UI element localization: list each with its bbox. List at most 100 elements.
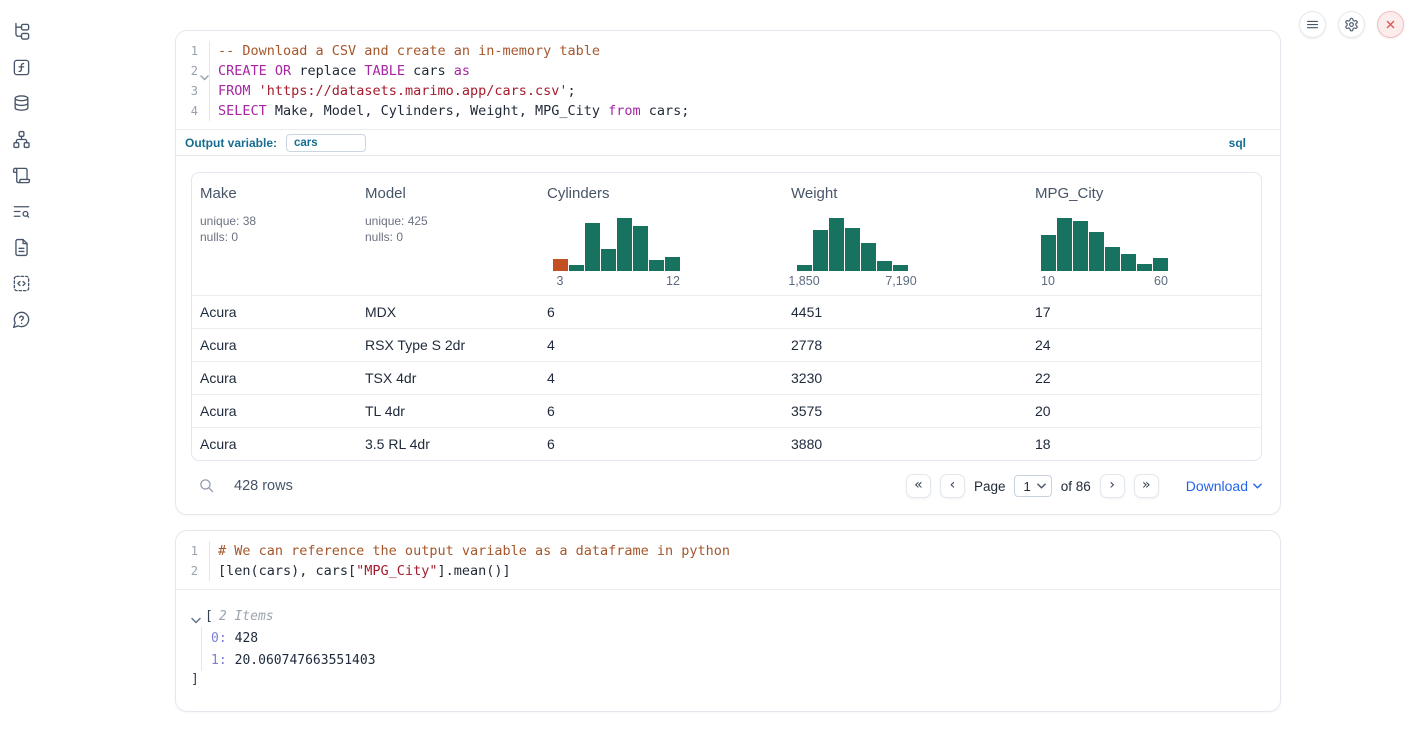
histogram-Weight: 1,8507,190	[797, 218, 908, 289]
code-line[interactable]: 2[len(cars), cars["MPG_City"].mean()]	[176, 561, 1280, 581]
output-variable-row: Output variable: sql	[176, 130, 1280, 156]
histogram-bar	[1137, 264, 1152, 271]
column-header-Cylinders[interactable]: Cylinders312	[539, 173, 783, 295]
code-line[interactable]: 4SELECT Make, Model, Cylinders, Weight, …	[176, 101, 1280, 121]
page-total-label: of 86	[1061, 479, 1091, 494]
output-variable-label: Output variable:	[185, 136, 277, 150]
column-header-MPG_City[interactable]: MPG_City1060	[1027, 173, 1261, 295]
histogram-bar	[813, 230, 828, 271]
table-cell: 4451	[783, 304, 1027, 320]
column-stats: unique: 38nulls: 0	[200, 213, 349, 245]
table-cell: 6	[539, 304, 783, 320]
table-cell: TL 4dr	[357, 403, 539, 419]
fold-toggle-icon[interactable]	[199, 67, 209, 75]
sql-code-editor[interactable]: 1-- Download a CSV and create an in-memo…	[176, 31, 1280, 130]
table-cell: 3880	[783, 436, 1027, 452]
histogram-bar	[601, 249, 616, 271]
search-icon[interactable]	[198, 477, 216, 495]
open-bracket: [	[205, 609, 213, 624]
table-cell: MDX	[357, 304, 539, 320]
functions-icon[interactable]	[11, 57, 31, 77]
item-index: 0:	[211, 631, 227, 646]
menu-button[interactable]	[1299, 11, 1326, 38]
code-line[interactable]: 3FROM 'https://datasets.marimo.app/cars.…	[176, 81, 1280, 101]
line-number: 3	[176, 81, 210, 101]
table-footer: 428 rows « ‹ Page 1 of 86 › » Download	[191, 472, 1262, 500]
list-item: 1:20.060747663551403	[211, 649, 1280, 671]
histogram-bar	[861, 243, 876, 271]
histogram-bar	[877, 261, 892, 271]
scratchpad-icon[interactable]	[11, 165, 31, 185]
shutdown-button[interactable]	[1377, 11, 1404, 38]
histogram-bar	[553, 259, 568, 271]
table-body: AcuraMDX6445117AcuraRSX Type S 2dr427782…	[192, 295, 1261, 460]
logs-icon[interactable]	[11, 201, 31, 221]
first-page-button[interactable]: «	[906, 474, 931, 498]
output-variable-input[interactable]	[286, 134, 366, 152]
histogram-bar	[1153, 258, 1168, 271]
column-name: Model	[365, 185, 531, 202]
histogram-bar	[893, 265, 908, 271]
code-line[interactable]: 1-- Download a CSV and create an in-memo…	[176, 41, 1280, 61]
table-cell: Acura	[192, 436, 357, 452]
histogram-bar	[665, 257, 680, 271]
column-name: Make	[200, 185, 349, 202]
axis-max-label: 12	[666, 274, 680, 288]
next-page-button[interactable]: ›	[1100, 474, 1125, 498]
item-value: 428	[235, 631, 258, 646]
dependency-graph-icon[interactable]	[11, 129, 31, 149]
page-select-value: 1	[1023, 479, 1030, 494]
line-number: 2	[176, 61, 210, 81]
sidebar	[0, 0, 42, 729]
histogram-bar	[617, 218, 632, 271]
column-name: Cylinders	[547, 185, 775, 202]
histogram-bar	[797, 265, 812, 271]
line-number: 2	[176, 561, 210, 581]
download-button[interactable]: Download	[1186, 478, 1262, 494]
database-icon[interactable]	[11, 93, 31, 113]
data-table: Make unique: 38nulls: 0 Model unique: 425nu…	[191, 172, 1262, 461]
sql-cell: 1-- Download a CSV and create an in-memo…	[175, 30, 1281, 515]
table-cell: Acura	[192, 337, 357, 353]
prev-page-button[interactable]: ‹	[940, 474, 965, 498]
settings-button[interactable]	[1338, 11, 1365, 38]
axis-min-label: 10	[1041, 274, 1055, 288]
code-line[interactable]: 1# We can reference the output variable …	[176, 541, 1280, 561]
table-cell: 3575	[783, 403, 1027, 419]
histogram-bar	[1105, 247, 1120, 271]
column-header-Weight[interactable]: Weight1,8507,190	[783, 173, 1027, 295]
python-output-tree: [ 2 Items 0: 428 1:20.060747663551403 ]	[176, 590, 1280, 691]
table-cell: 3230	[783, 370, 1027, 386]
histogram-bar	[845, 228, 860, 271]
language-badge: sql	[1229, 136, 1246, 150]
last-page-button[interactable]: »	[1134, 474, 1159, 498]
table-cell: 24	[1027, 337, 1261, 353]
axis-max-label: 7,190	[885, 274, 916, 288]
snippets-icon[interactable]	[11, 273, 31, 293]
help-icon[interactable]	[11, 309, 31, 329]
file-tree-icon[interactable]	[11, 21, 31, 41]
row-count: 428 rows	[234, 478, 293, 494]
close-bracket: ]	[191, 671, 1280, 691]
item-index: 1:	[211, 653, 227, 668]
table-cell: TSX 4dr	[357, 370, 539, 386]
column-stats: unique: 425nulls: 0	[365, 213, 531, 245]
chevron-down-icon	[1253, 483, 1262, 489]
page-select[interactable]: 1	[1014, 475, 1051, 497]
column-header-Model[interactable]: Model unique: 425nulls: 0	[357, 173, 539, 295]
line-number: 1	[176, 41, 210, 61]
python-code-editor[interactable]: 1# We can reference the output variable …	[176, 531, 1280, 590]
table-row: AcuraMDX6445117	[192, 295, 1261, 328]
table-cell: 6	[539, 436, 783, 452]
table-cell: Acura	[192, 370, 357, 386]
code-line[interactable]: 2CREATE OR replace TABLE cars as	[176, 61, 1280, 81]
tree-root: [ 2 Items	[191, 605, 1280, 627]
collapse-toggle-icon[interactable]	[191, 613, 201, 620]
table-cell: Acura	[192, 403, 357, 419]
pagination: « ‹ Page 1 of 86 › » Download	[906, 474, 1262, 498]
column-header-Make[interactable]: Make unique: 38nulls: 0	[192, 173, 357, 295]
table-cell: 2778	[783, 337, 1027, 353]
items-count: 2 Items	[219, 609, 274, 624]
histogram-bar	[1089, 232, 1104, 271]
documentation-icon[interactable]	[11, 237, 31, 257]
